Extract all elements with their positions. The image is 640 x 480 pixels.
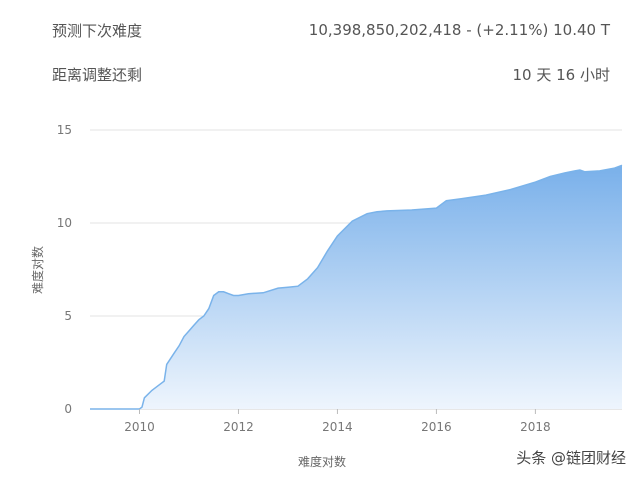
difficulty-chart: 0 5 10 15 2010 2012 2014 2016 2018 难度对数 难度对数 (30, 123, 623, 469)
x-tick-label: 2010 (124, 420, 155, 434)
x-tick-label: 2012 (223, 420, 254, 434)
y-axis-title: 难度对数 (30, 246, 45, 294)
x-tick-label: 2014 (322, 420, 353, 434)
x-tick-label: 2016 (421, 420, 452, 434)
y-tick-label: 5 (64, 309, 72, 323)
watermark: 头条 @链团财经 (516, 449, 626, 467)
y-tick-label: 10 (57, 216, 72, 230)
x-axis-title: 难度对数 (298, 454, 346, 469)
x-tick-label: 2018 (520, 420, 551, 434)
difficulty-area (90, 165, 622, 409)
y-tick-label: 0 (64, 402, 72, 416)
plot-area (90, 164, 623, 410)
y-tick-label: 15 (57, 123, 72, 137)
